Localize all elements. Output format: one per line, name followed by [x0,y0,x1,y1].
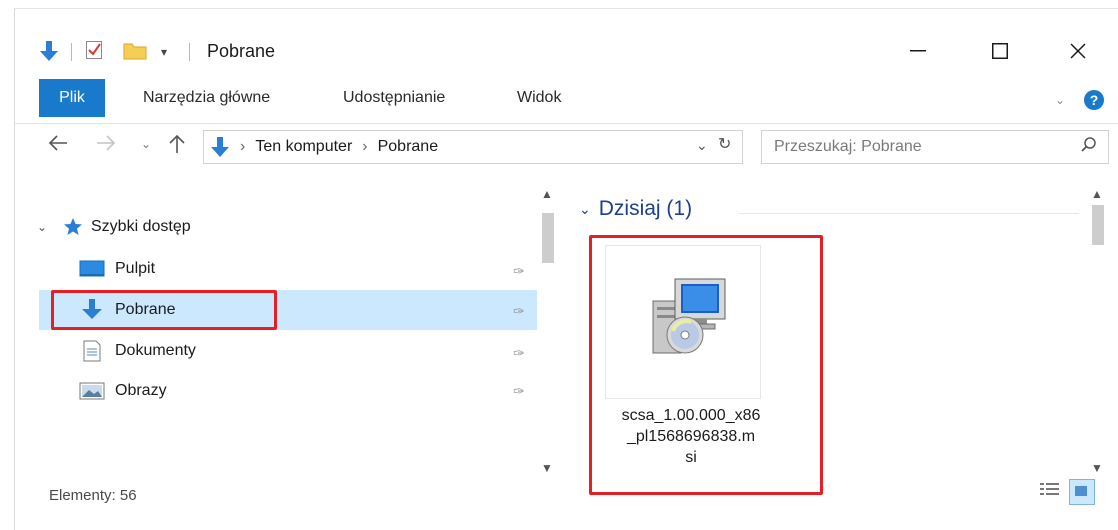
forward-arrow-icon[interactable] [95,133,117,158]
tab-file[interactable]: Plik [39,79,105,117]
details-view-icon[interactable] [1039,479,1063,503]
search-input[interactable] [772,135,1056,159]
sidebar-item-label: Szybki dostęp [91,218,191,235]
address-bar[interactable]: › Ten komputer › Pobrane ⌄ ↻ [203,130,743,164]
minimize-button[interactable] [895,33,941,69]
navigation-pane-scrollbar[interactable]: ▲ ▼ [539,177,557,477]
expand-chevron-icon[interactable]: ⌄ [37,220,53,234]
sidebar-item-label: Obrazy [115,382,167,399]
breadcrumb-chevron-icon[interactable]: › [240,138,245,156]
collapse-chevron-icon[interactable]: ⌄ [579,201,591,218]
download-arrow-icon [39,39,59,63]
properties-icon[interactable] [85,39,105,61]
picture-icon [79,381,105,401]
annotation-highlight-box [589,235,823,495]
scrollbar-thumb[interactable] [542,213,554,263]
breadcrumb-this-pc[interactable]: Ten komputer [255,138,352,156]
tab-view[interactable]: Widok [517,79,561,117]
toolbar-separator [71,43,72,61]
large-icons-view-icon[interactable] [1069,479,1095,505]
up-arrow-icon[interactable] [167,133,187,160]
search-box[interactable] [761,130,1109,164]
navigation-bar: ⌄ › Ten komputer › Pobrane ⌄ ↻ [15,125,1118,167]
title-bar: ▾ Pobrane [15,9,1118,73]
window-title: Pobrane [207,41,276,61]
svg-text:?: ? [1090,92,1099,108]
pin-icon[interactable]: ✑ [513,383,525,400]
new-folder-icon[interactable] [123,39,147,61]
pin-icon[interactable]: ✑ [513,303,525,320]
sidebar-item-label: Pulpit [115,260,156,277]
sidebar-item-label: Dokumenty [115,342,196,359]
star-icon [63,217,83,237]
scroll-up-arrow-icon[interactable]: ▲ [541,187,553,201]
ribbon-tabs: Plik Narzędzia główne Udostępnianie Wido… [15,79,1118,124]
file-list-scrollbar[interactable]: ▲ ▼ [1089,177,1107,477]
customize-quick-access-icon[interactable]: ▾ [161,45,167,59]
expand-ribbon-icon[interactable]: ⌄ [1055,93,1065,107]
breadcrumb-chevron-icon[interactable]: › [362,138,367,156]
toolbar-separator [189,43,190,61]
sidebar-item-documents[interactable]: Dokumenty [79,333,196,369]
scroll-down-arrow-icon[interactable]: ▼ [1091,461,1103,475]
sidebar-item-quick-access[interactable]: ⌄ Szybki dostęp [37,209,191,245]
document-icon [79,340,105,362]
back-arrow-icon[interactable] [47,133,69,158]
sidebar-item-desktop[interactable]: Pulpit [79,251,155,287]
breadcrumb-downloads[interactable]: Pobrane [378,138,439,156]
pin-icon[interactable]: ✑ [513,345,525,362]
close-button[interactable] [1055,33,1101,69]
file-explorer-window: ▾ Pobrane Plik Narzędzia główne Udostępn… [14,8,1118,530]
navigation-pane: ⌄ Szybki dostęp Pulpit ✑ Pobrane ✑ Dokum… [15,177,557,487]
tab-share[interactable]: Udostępnianie [343,79,445,117]
scroll-up-arrow-icon[interactable]: ▲ [1091,187,1103,201]
group-divider [739,213,1079,214]
desktop-icon [79,259,105,279]
group-header-label: Dzisiaj (1) [598,197,693,220]
tab-home[interactable]: Narzędzia główne [143,79,270,117]
address-history-chevron-icon[interactable]: ⌄ [696,137,708,154]
help-icon[interactable]: ? [1083,89,1105,111]
scrollbar-thumb[interactable] [1092,205,1104,245]
sidebar-item-pictures[interactable]: Obrazy [79,373,167,409]
search-icon[interactable] [1080,136,1098,159]
pin-icon[interactable]: ✑ [513,263,525,280]
recent-locations-chevron-icon[interactable]: ⌄ [141,137,151,151]
refresh-icon[interactable]: ↻ [718,134,731,154]
status-item-count: Elementy: 56 [49,487,137,504]
scroll-down-arrow-icon[interactable]: ▼ [541,461,553,475]
group-header[interactable]: ⌄ Dzisiaj (1) [579,197,692,221]
download-arrow-icon [210,135,230,159]
maximize-button[interactable] [977,33,1023,69]
file-list-pane: ⌄ Dzisiaj (1) scsa_1.00.000_x86 _pl15686… [579,177,1089,507]
annotation-highlight-box [51,290,277,330]
